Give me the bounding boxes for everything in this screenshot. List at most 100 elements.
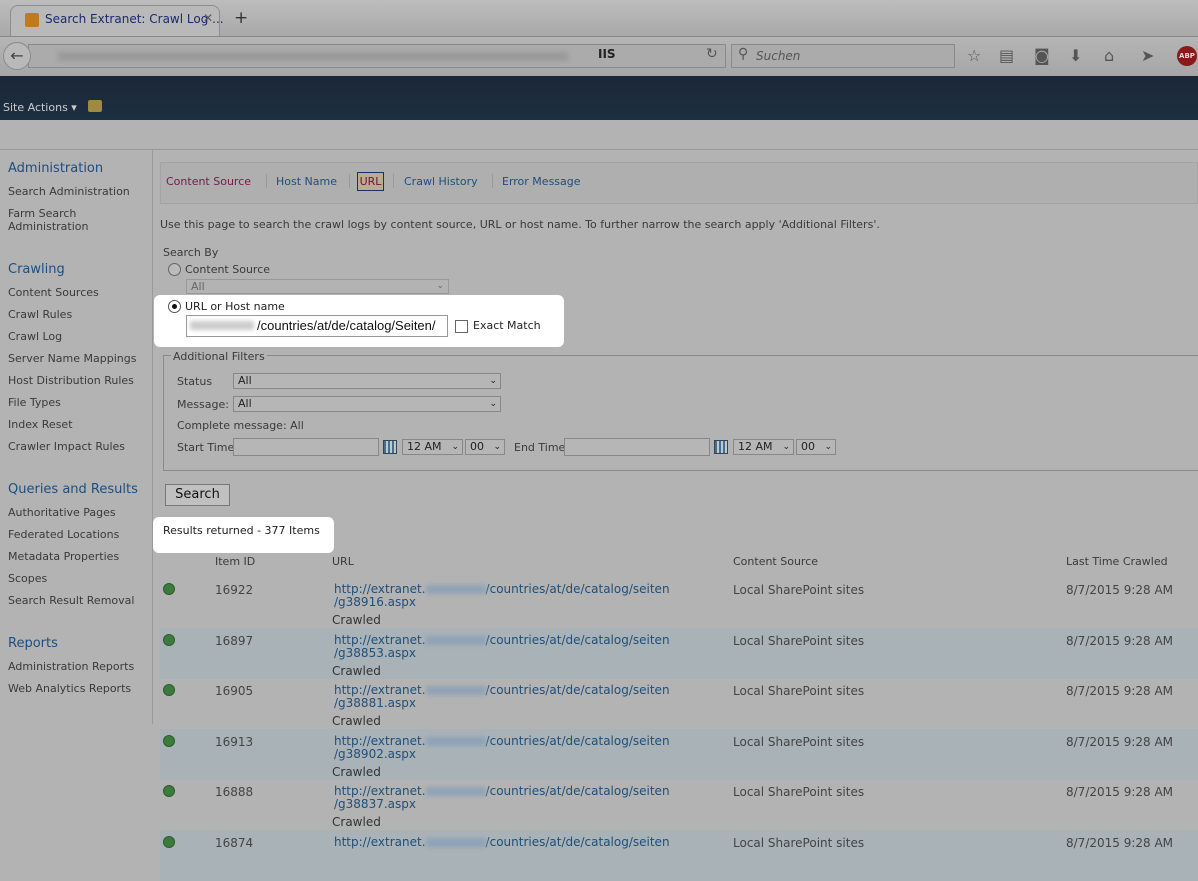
new-tab-button[interactable]: + [234, 8, 248, 28]
sidebar-item[interactable]: Search Administration [8, 185, 130, 198]
sidebar-item[interactable]: Content Sources [8, 286, 99, 299]
sidebar-item[interactable]: Scopes [8, 572, 47, 585]
calendar-icon[interactable] [714, 440, 728, 454]
sidebar-heading-crawling[interactable]: Crawling [8, 262, 65, 277]
search-button[interactable]: Search [165, 484, 230, 506]
chevron-down-icon: ⌄ [489, 376, 497, 386]
column-header-last-crawled[interactable]: Last Time Crawled [1066, 555, 1168, 568]
message-select[interactable]: All ⌄ [233, 396, 501, 412]
content-source-radio[interactable] [168, 263, 181, 276]
url-host-radio[interactable] [168, 300, 181, 313]
item-url-link[interactable]: http://extranet. /countries/at/de/catalog… [334, 785, 670, 811]
last-crawled: 8/7/2015 9:28 AM [1066, 785, 1174, 800]
divider [393, 174, 394, 188]
browser-tab[interactable]: Search Extranet: Crawl Log ... ✕ [10, 5, 224, 36]
close-tab-icon[interactable]: ✕ [203, 11, 213, 25]
addon-icons[interactable]: IIS [598, 47, 616, 61]
download-icon[interactable]: ⬇ [1069, 46, 1082, 65]
sidebar-item[interactable]: Crawl Rules [8, 308, 72, 321]
column-header-item-id[interactable]: Item ID [215, 555, 255, 568]
sidebar-item[interactable]: Crawler Impact Rules [8, 440, 125, 453]
bookmark-star-icon[interactable]: ☆ [967, 46, 981, 65]
redacted-domain [425, 838, 486, 847]
sidebar-heading-queries[interactable]: Queries and Results [8, 482, 138, 497]
table-row: 16897 http://extranet. /countries/at/de/c… [160, 627, 1198, 679]
sidebar-item[interactable]: Authoritative Pages [8, 506, 116, 519]
reading-list-icon[interactable]: ▤ [999, 46, 1014, 65]
sidebar-item[interactable]: File Types [8, 396, 61, 409]
exact-match-checkbox[interactable] [455, 320, 468, 333]
column-header-content-source[interactable]: Content Source [733, 555, 818, 568]
content-source: Local SharePoint sites [733, 785, 865, 800]
item-url-link[interactable]: http://extranet. /countries/at/de/catalog… [334, 684, 670, 710]
item-id: 16905 [215, 684, 254, 699]
sidebar-item[interactable]: Administration Reports [8, 660, 134, 673]
chevron-down-icon: ⌄ [489, 399, 497, 409]
sharepoint-favicon-icon [25, 13, 39, 27]
site-actions-menu[interactable]: Site Actions ▾ [3, 101, 77, 114]
chevron-down-icon: ⌄ [436, 281, 444, 291]
tab-host-name[interactable]: Host Name [276, 175, 337, 188]
pocket-icon[interactable]: ◙ [1034, 46, 1050, 65]
item-url-link[interactable]: http://extranet. /countries/at/de/catalog… [334, 733, 670, 761]
sidebar-item[interactable]: Crawl Log [8, 330, 62, 343]
sidebar-item[interactable]: Web Analytics Reports [8, 682, 131, 695]
sidebar-item[interactable]: Farm Search Administration [8, 207, 118, 233]
url-prefix: http://extranet. [334, 582, 426, 596]
send-icon[interactable]: ➤ [1141, 46, 1154, 65]
status-success-icon [163, 836, 175, 848]
tab-url[interactable]: URL [357, 172, 384, 191]
last-crawled: 8/7/2015 9:28 AM [1066, 684, 1174, 699]
sidebar-item[interactable]: Search Result Removal [8, 594, 134, 607]
end-date-input[interactable] [564, 438, 710, 456]
status-select[interactable]: All ⌄ [233, 373, 501, 389]
back-button[interactable]: ← [3, 42, 31, 70]
sidebar-heading-reports[interactable]: Reports [8, 636, 58, 651]
content-source-label: Content Source [185, 263, 271, 276]
tab-error-message[interactable]: Error Message [502, 175, 581, 188]
start-minute-select[interactable]: 00 ⌄ [465, 439, 505, 455]
url-prefix: http://extranet. [334, 632, 426, 647]
item-url-link[interactable]: http://extranet. /countries/at/de/catalog… [334, 632, 670, 660]
redacted-host [190, 321, 254, 330]
crawl-status: Crawled [332, 764, 381, 779]
content-source: Local SharePoint sites [733, 836, 865, 850]
table-row: 16922 http://extranet. /countries/at/de/c… [160, 577, 1198, 628]
sidebar-item[interactable]: Server Name Mappings [8, 352, 136, 365]
tab-content-source[interactable]: Content Source [166, 175, 251, 188]
navigate-up-icon[interactable] [88, 100, 102, 112]
sidebar-item[interactable]: Index Reset [8, 418, 73, 431]
content-source-select[interactable]: All ⌄ [186, 279, 449, 294]
url-file: /g38853.aspx [334, 645, 416, 660]
search-placeholder: Suchen [756, 49, 801, 63]
status-success-icon [163, 633, 175, 646]
chevron-down-icon: ⌄ [451, 442, 459, 452]
select-value: 00 [801, 440, 815, 453]
url-file: /g38902.aspx [334, 746, 416, 761]
redacted-domain [425, 585, 486, 594]
end-minute-select[interactable]: 00 ⌄ [796, 439, 836, 455]
sidebar-item[interactable]: Federated Locations [8, 528, 119, 541]
start-date-input[interactable] [233, 438, 379, 456]
divider [349, 174, 350, 188]
adblock-icon[interactable]: ABP [1177, 46, 1197, 66]
url-path: /countries/at/de/catalog/seiten [485, 733, 670, 748]
crawl-status: Crawled [332, 613, 381, 627]
reload-icon[interactable]: ↻ [706, 46, 718, 62]
home-icon[interactable]: ⌂ [1104, 46, 1114, 65]
chevron-down-icon: ⌄ [824, 442, 832, 452]
item-url-link[interactable]: http://extranet. /countries/at/de/catalog… [334, 583, 670, 609]
sidebar-item[interactable]: Metadata Properties [8, 550, 119, 563]
calendar-icon[interactable] [383, 440, 397, 454]
item-url-link[interactable]: http://extranet. /countries/at/de/catalog… [334, 836, 670, 849]
item-id: 16922 [215, 583, 254, 597]
url-path: /countries/at/de/catalog/seiten [485, 835, 670, 849]
sidebar-item[interactable]: Host Distribution Rules [8, 374, 134, 387]
sidebar-heading-administration[interactable]: Administration [8, 161, 103, 176]
column-header-url[interactable]: URL [332, 555, 354, 568]
table-row: 16888 http://extranet. /countries/at/de/c… [160, 779, 1198, 830]
url-file: /g38881.aspx [334, 696, 416, 711]
tab-crawl-history[interactable]: Crawl History [404, 175, 478, 188]
start-hour-select[interactable]: 12 AM ⌄ [402, 439, 463, 455]
end-hour-select[interactable]: 12 AM ⌄ [733, 439, 794, 455]
